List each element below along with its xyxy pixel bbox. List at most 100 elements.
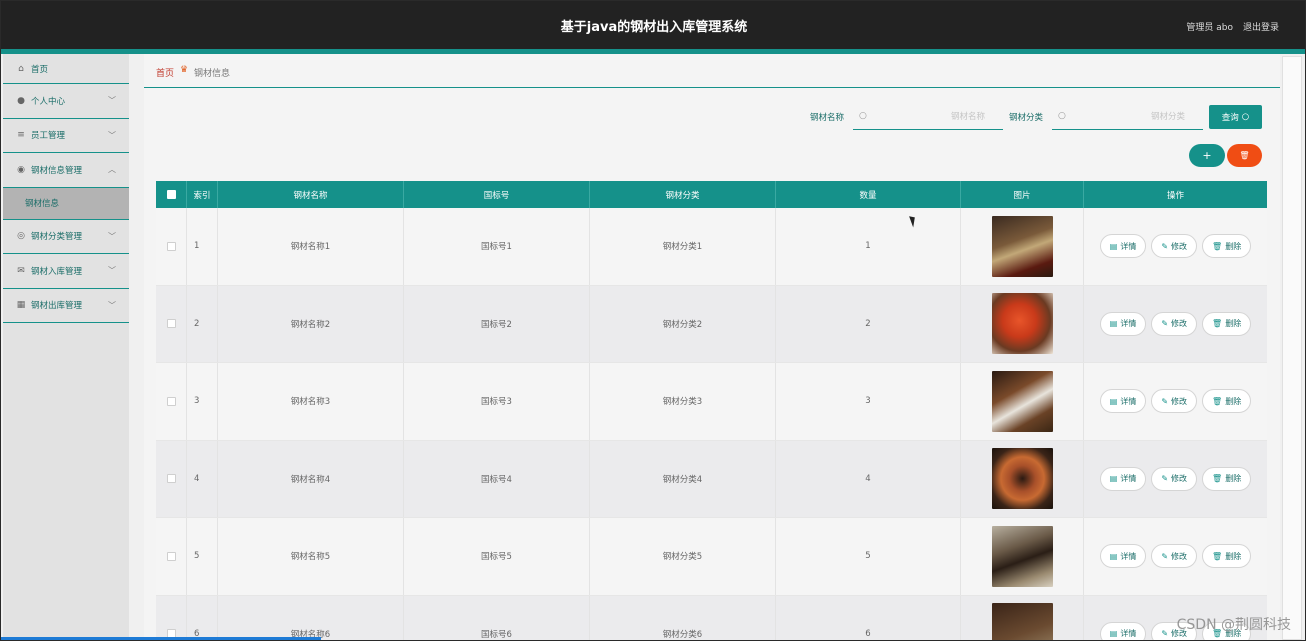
row-category: 钢材分类6 (590, 595, 776, 640)
row-select-cell[interactable] (156, 285, 187, 362)
row-standard: 国标号6 (404, 595, 590, 640)
row-checkbox[interactable] (166, 551, 176, 561)
sidebar-item-outbound[interactable]: ▦ 钢材出库管理 ﹀ (3, 289, 129, 323)
admin-label: 管理员 abo (1186, 23, 1233, 33)
search-category-field: ○ (1052, 106, 1203, 130)
watermark: CSDN @荆圆科技 (1176, 617, 1291, 633)
chevron-down-icon: ﹀ (108, 130, 116, 140)
sidebar-item-label: 钢材信息管理 (31, 165, 83, 176)
row-select-cell[interactable] (156, 440, 187, 517)
row-quantity: 4 (776, 440, 961, 517)
row-index: 3 (187, 363, 218, 440)
mail-icon: ✉ (17, 265, 25, 276)
trash-icon: 🗑 (1212, 551, 1223, 561)
delete-button[interactable]: 🗑 删除 (1202, 311, 1252, 336)
header-image: 图片 (961, 181, 1084, 208)
sidebar-item-label: 钢材入库管理 (31, 266, 83, 277)
row-image-cell (961, 285, 1084, 362)
detail-button[interactable]: ▤ 详情 (1099, 389, 1147, 414)
query-button[interactable]: 查询 ○ (1209, 105, 1262, 129)
breadcrumb-home[interactable]: 首页 (156, 66, 174, 79)
row-select-cell[interactable] (156, 208, 187, 285)
sidebar-item-label: 首页 (31, 64, 49, 75)
row-image-cell (961, 208, 1084, 285)
row-select-cell[interactable] (156, 518, 187, 595)
detail-button[interactable]: ▤ 详情 (1099, 544, 1147, 569)
select-all-checkbox[interactable] (166, 190, 176, 199)
row-checkbox[interactable] (166, 396, 176, 406)
sidebar-item-category[interactable]: ◎ 钢材分类管理 ﹀ (3, 220, 129, 254)
search-name-label: 钢材名称 (810, 113, 845, 123)
row-checkbox[interactable] (166, 319, 176, 329)
steel-thumbnail[interactable] (991, 525, 1053, 587)
sidebar-item-steel-info[interactable]: ◉ 钢材信息管理 ︿ (3, 153, 129, 188)
edit-button[interactable]: ✎ 修改 (1151, 311, 1198, 336)
steel-thumbnail[interactable] (991, 603, 1053, 640)
row-image-cell (961, 440, 1084, 517)
delete-button[interactable]: 🗑 删除 (1202, 389, 1252, 414)
detail-button[interactable]: ▤ 详情 (1099, 234, 1147, 259)
sidebar-item-label: 员工管理 (31, 131, 66, 142)
row-image-cell (961, 363, 1084, 440)
delete-button[interactable]: 🗑 删除 (1202, 466, 1252, 491)
header-select-all[interactable] (156, 181, 187, 208)
add-button[interactable]: + (1189, 144, 1225, 167)
list-icon: ≡ (17, 130, 25, 141)
batch-delete-button[interactable]: 🗑 (1227, 144, 1262, 167)
chevron-down-icon: ﹀ (108, 96, 116, 105)
grid-icon: ▦ (16, 300, 26, 311)
row-quantity: 3 (776, 363, 961, 440)
row-name: 钢材名称4 (218, 440, 404, 517)
search-category-input[interactable] (1052, 106, 1203, 128)
logout-link[interactable]: 退出登录 (1243, 20, 1279, 33)
header-standard: 国标号 (404, 181, 590, 208)
sidebar-item-profile[interactable]: ● 个人中心 ﹀ (3, 84, 129, 119)
user-icon: ● (17, 95, 25, 106)
detail-button-label: 详情 (1120, 241, 1137, 251)
row-select-cell[interactable] (156, 595, 187, 640)
steel-thumbnail[interactable] (991, 215, 1053, 277)
table-row: 2 钢材名称2 国标号2 钢材分类2 2 ▤ 详情 ✎ 修改 🗑 删除 (156, 285, 1267, 363)
row-actions: ▤ 详情 ✎ 修改 🗑 删除 (1084, 286, 1267, 363)
sidebar-item-inbound[interactable]: ✉ 钢材入库管理 ﹀ (3, 254, 129, 289)
edit-button-label: 修改 (1171, 241, 1188, 251)
delete-button[interactable]: 🗑 删除 (1202, 234, 1252, 259)
edit-button[interactable]: ✎ 修改 (1151, 544, 1198, 569)
row-index: 6 (187, 595, 218, 640)
edit-button[interactable]: ✎ 修改 (1151, 234, 1198, 259)
app-title: 基于java的钢材出入库管理系统 (560, 20, 748, 35)
sidebar-item-staff[interactable]: ≡ 员工管理 ﹀ (3, 119, 129, 153)
row-index: 2 (187, 285, 218, 362)
delete-button-label: 删除 (1225, 474, 1242, 484)
search-name-input[interactable] (853, 106, 1003, 128)
pencil-icon: ✎ (1161, 319, 1169, 329)
row-select-cell[interactable] (156, 363, 187, 440)
steel-thumbnail[interactable] (991, 293, 1053, 355)
page-scrollbar[interactable] (1280, 54, 1304, 640)
edit-button-label: 修改 (1171, 474, 1188, 484)
scrollbar-thumb[interactable] (1282, 56, 1302, 640)
breadcrumb: 首页 ♛ 钢材信息 (144, 54, 1281, 88)
sidebar-subitem-steel-info[interactable]: 钢材信息 (3, 187, 129, 220)
table-row: 3 钢材名称3 国标号3 钢材分类3 3 ▤ 详情 ✎ 修改 🗑 删除 (156, 363, 1267, 441)
delete-button[interactable]: 🗑 删除 (1202, 544, 1252, 569)
taskbar-indicator (1, 637, 321, 640)
detail-button[interactable]: ▤ 详情 (1099, 311, 1147, 336)
row-quantity: 5 (776, 518, 961, 595)
query-button-label: 查询 (1221, 113, 1239, 123)
edit-button[interactable]: ✎ 修改 (1151, 466, 1198, 491)
detail-button[interactable]: ▤ 详情 (1099, 466, 1147, 491)
row-checkbox[interactable] (166, 474, 176, 484)
detail-button[interactable]: ▤ 详情 (1099, 621, 1147, 640)
table-row: 4 钢材名称4 国标号4 钢材分类4 4 ▤ 详情 ✎ 修改 🗑 删除 (156, 440, 1267, 518)
sidebar-item-label: 钢材分类管理 (31, 232, 83, 243)
row-checkbox[interactable] (166, 241, 176, 251)
sidebar-item-home[interactable]: ⌂ 首页 (3, 54, 129, 84)
steel-thumbnail[interactable] (991, 370, 1053, 432)
steel-thumbnail[interactable] (991, 448, 1053, 510)
row-name: 钢材名称5 (218, 518, 404, 595)
header-name: 钢材名称 (218, 181, 404, 208)
row-category: 钢材分类2 (590, 285, 776, 362)
edit-button[interactable]: ✎ 修改 (1151, 389, 1198, 414)
trash-icon: 🗑 (1212, 319, 1223, 329)
